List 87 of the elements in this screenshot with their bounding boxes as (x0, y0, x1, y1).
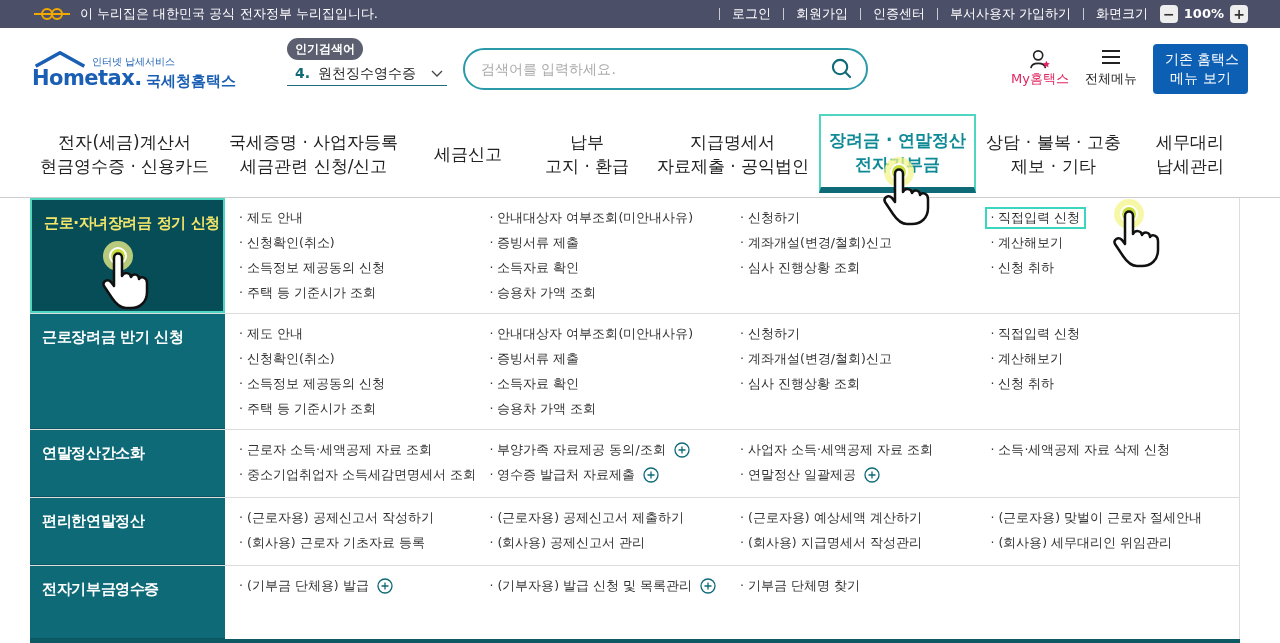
menu-link[interactable]: · 심사 진행상황 조회 (734, 256, 866, 280)
menu-link[interactable]: · (회사용) 근로자 기초자료 등록 (233, 531, 431, 555)
top-link[interactable]: 부서사용자 가입하기 (949, 4, 1071, 24)
popular-search-badge: 인기검색어 (287, 38, 363, 60)
plus-circle-icon[interactable] (863, 467, 880, 483)
menu-link[interactable]: · 소득정보 제공동의 신청 (233, 372, 391, 396)
menu-link[interactable]: · 증빙서류 제출 (483, 347, 586, 371)
house-roof-icon (32, 49, 88, 68)
logo-tagline: 인터넷 납세서비스 (92, 55, 176, 68)
menu-link[interactable]: · 제도 안내 (233, 322, 309, 346)
zoom-out-button[interactable]: − (1159, 5, 1178, 23)
top-link[interactable]: 인증센터 (872, 4, 925, 24)
top-link[interactable]: 회원가입 (795, 4, 848, 24)
nav-tab[interactable]: 전자(세금)계산서 현금영수증 · 신용카드 (30, 114, 220, 193)
popular-search-dropdown[interactable]: 4. 원천징수영수증 (287, 62, 447, 86)
menu-link[interactable]: · 신청확인(취소) (233, 231, 341, 255)
menu-link[interactable]: · (회사용) 세무대리인 위임관리 (984, 531, 1179, 555)
all-menu-button[interactable]: 전체메뉴 (1085, 49, 1137, 89)
menu-link[interactable]: · 신청 취하 (984, 372, 1061, 396)
menu-link[interactable]: · 심사 진행상황 조회 (734, 372, 866, 396)
menu-link[interactable]: · (근로자용) 공제신고서 제출하기 (483, 506, 691, 530)
menu-category[interactable]: 전자기부금영수증 (30, 566, 225, 639)
zoom-value: 100% (1183, 5, 1224, 24)
menu-link[interactable]: · (기부자용) 발급 신청 및 목록관리 (483, 574, 699, 598)
menu-link[interactable]: · 안내대상자 여부조회(미안내사유) (483, 206, 700, 230)
nav-tab[interactable]: 상담 · 불복 · 고충 제보 · 기타 (976, 114, 1131, 193)
nav-tab[interactable]: 국세증명 · 사업자등록 세금관련 신청/신고 (219, 114, 409, 193)
menu-link[interactable]: · 직접입력 신청 (984, 206, 1087, 230)
menu-link[interactable]: · (기부금 단체용) 발급 (233, 574, 375, 598)
menu-link[interactable]: · (회사용) 공제신고서 관리 (483, 531, 652, 555)
menu-link[interactable]: · 부양가족 자료제공 동의/조회 (483, 438, 672, 462)
my-hometax-button[interactable]: My홈택스 (1011, 49, 1069, 89)
menu-link[interactable]: · 주택 등 기준시가 조회 (233, 281, 382, 305)
menu-category[interactable]: 편리한연말정산 (30, 498, 225, 565)
menu-link[interactable]: · (근로자용) 공제신고서 작성하기 (233, 506, 440, 530)
menu-link[interactable]: · 근로자 소득·세액공제 자료 조회 (233, 438, 438, 462)
menu-link[interactable]: · 계산해보기 (984, 347, 1070, 371)
menu-link[interactable]: · 신청확인(취소) (233, 347, 341, 371)
menu-link[interactable]: · 승용차 가액 조회 (483, 397, 603, 421)
menu-link[interactable]: · (근로자용) 예상세액 계산하기 (734, 506, 928, 530)
zoom-in-button[interactable]: + (1230, 5, 1248, 23)
plus-circle-icon[interactable] (673, 442, 690, 458)
menu-link[interactable]: · 안내대상자 여부조회(미안내사유) (483, 322, 700, 346)
logo-name: 국세청홈택스 (145, 73, 236, 89)
menu-link[interactable]: · 소득정보 제공동의 신청 (233, 256, 391, 280)
menu-link[interactable]: · (회사용) 지급명세서 작성관리 (734, 531, 928, 555)
menu-link[interactable]: · 신청하기 (734, 206, 806, 230)
menu-link[interactable]: · 계좌개설(변경/철회)신고 (734, 347, 898, 371)
plus-circle-icon[interactable] (700, 578, 717, 594)
menu-link[interactable]: · 소득자료 확인 (483, 372, 586, 396)
plus-circle-icon[interactable] (643, 467, 660, 483)
user-star-icon (1029, 49, 1052, 70)
search-field[interactable]: 검색어를 입력하세요. (463, 48, 868, 90)
menu-link[interactable]: · 영수증 발급처 자료제출 (483, 463, 642, 487)
nav-tab[interactable]: 세금신고 (424, 114, 513, 193)
menu-category[interactable]: 근로·자녀장려금 정기 신청 (30, 198, 225, 313)
menu-icon (1101, 49, 1121, 66)
menu-category[interactable]: 연말정산간소화 (30, 430, 225, 497)
nav-tab[interactable]: 납부 고지 · 환급 (535, 114, 640, 193)
menu-link[interactable]: · 제도 안내 (233, 206, 309, 230)
menu-category[interactable]: 근로장려금 반기 신청 (30, 314, 225, 429)
menu-link[interactable]: · 연말정산 일괄제공 (734, 463, 862, 487)
government-emblem-icon (32, 7, 72, 21)
menu-link[interactable]: · 증빙서류 제출 (483, 231, 586, 255)
menu-link[interactable]: · 소득자료 확인 (483, 256, 586, 280)
search-icon[interactable] (831, 58, 852, 79)
menu-link[interactable]: · 계좌개설(변경/철회)신고 (734, 231, 898, 255)
zoom-label: 화면크기 (1095, 5, 1148, 24)
menu-link[interactable]: · 기부금 단체명 찾기 (734, 574, 866, 598)
nav-tab[interactable]: 지급명세서 자료제출 · 공익법인 (646, 114, 820, 193)
menu-link[interactable]: · 계산해보기 (984, 231, 1070, 255)
plus-circle-icon[interactable] (376, 578, 393, 594)
menu-link[interactable]: · 사업자 소득·세액공제 자료 조회 (734, 438, 939, 462)
top-link[interactable]: 로그인 (731, 4, 771, 24)
menu-link[interactable]: · 직접입력 신청 (984, 322, 1087, 346)
menu-link[interactable]: · 중소기업취업자 소득세감면명세서 조회 (233, 463, 482, 487)
logo-wordmark[interactable]: Hometax. (32, 67, 142, 89)
legacy-menu-button[interactable]: 기존 홈택스 메뉴 보기 (1153, 44, 1248, 94)
menu-link[interactable]: · 승용차 가액 조회 (483, 281, 603, 305)
chevron-down-icon (431, 69, 443, 78)
menu-link[interactable]: · 신청하기 (734, 322, 806, 346)
nav-tab[interactable]: 세무대리 납세관리 (1146, 114, 1235, 193)
menu-link[interactable]: · 주택 등 기준시가 조회 (233, 397, 382, 421)
menu-link[interactable]: · 소득·세액공제 자료 삭제 신청 (984, 438, 1177, 462)
menu-link[interactable]: · 신청 취하 (984, 256, 1061, 280)
gov-notice: 이 누리집은 대한민국 공식 전자정부 누리집입니다. (80, 5, 378, 24)
menu-link[interactable]: · (근로자용) 맞벌이 근로자 절세안내 (984, 506, 1209, 530)
